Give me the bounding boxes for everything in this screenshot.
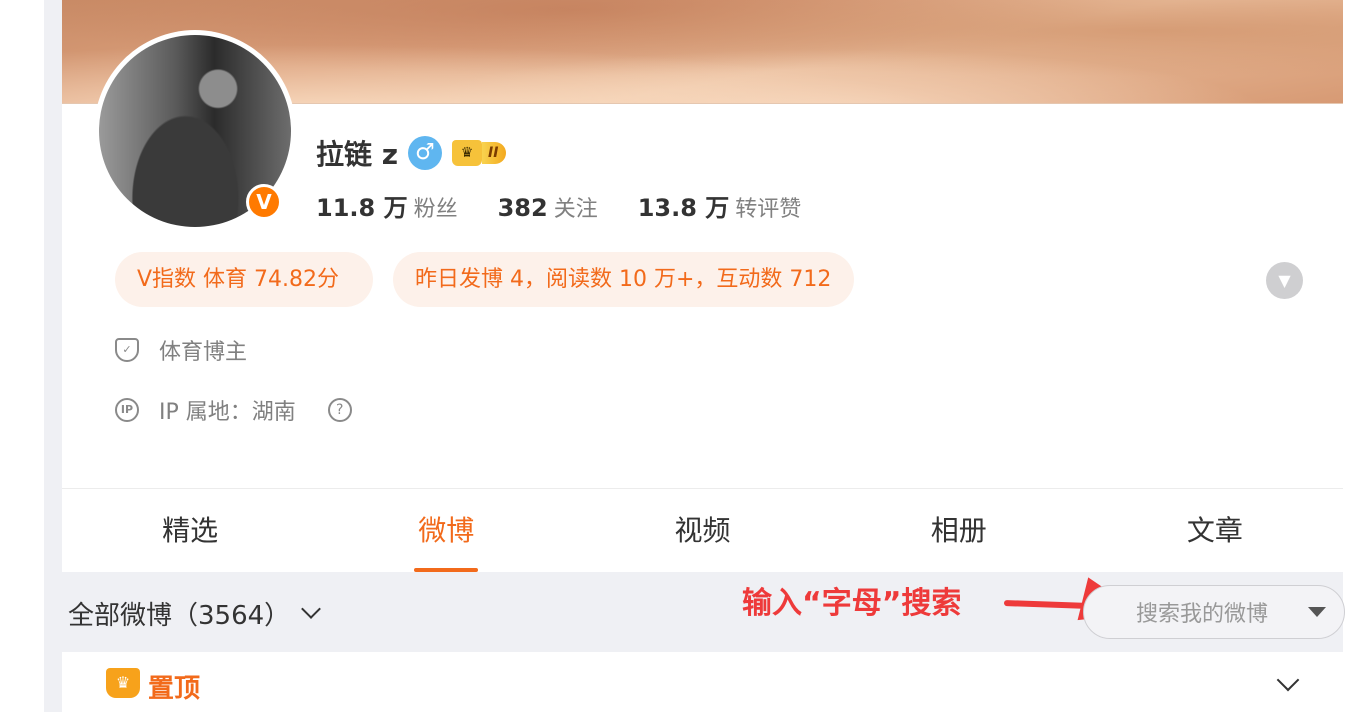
chevron-down-icon [301,599,322,619]
tab-bar: 精选 微博 视频 相册 文章 [62,489,1343,572]
stat-value: 11.8 万 [316,194,408,222]
stat-label: 粉丝 [413,197,458,222]
help-icon[interactable]: ? [327,398,352,422]
tab-articles[interactable]: 文章 [1087,489,1343,572]
tab-albums[interactable]: 相册 [831,489,1087,572]
expand-chevron-icon[interactable]: ▼ [1266,262,1303,299]
activity-pill[interactable]: 昨日发博 4，阅读数 10 万+，互动数 712 [393,252,854,307]
caret-down-icon[interactable] [1308,607,1326,617]
left-margin [0,0,44,712]
tab-featured[interactable]: 精选 [62,489,318,572]
stat-value: 13.8 万 [637,194,730,222]
search-input[interactable]: 搜索我的微博 [1083,585,1345,639]
stats-row: 11.8 万 粉丝 382 关注 13.8 万 转评赞 [316,188,841,224]
pinned-card: ♛ 置顶 [62,652,1343,712]
annotation-text: 输入“字母”搜索 [742,586,962,621]
ip-location-text: IP 属地：湖南 [159,400,296,425]
chevron-down-icon[interactable] [1276,668,1300,692]
stat-reposts-comments-likes[interactable]: 13.8 万 转评赞 [638,188,802,223]
crown-icon: ♛ [452,140,483,166]
shield-check-icon: ✓ [115,338,139,362]
filter-label: 全部微博（3564） [68,600,291,631]
stat-label: 转评赞 [735,197,802,222]
vip-level: II [482,142,507,164]
ip-location-line: IP IP 属地：湖南 ? [115,395,352,425]
tab-videos[interactable]: 视频 [574,489,830,572]
weibo-filter-dropdown[interactable]: 全部微博（3564） [68,595,322,631]
search-placeholder: 搜索我的微博 [1136,602,1269,627]
stat-following[interactable]: 382 关注 [498,191,598,223]
stat-label: 关注 [553,197,598,222]
pinned-label: 置顶 [148,674,201,704]
category-text: 体育博主 [159,340,248,365]
name-row: 拉链 z ♂ ♛ II [316,133,507,173]
category-line: ✓ 体育博主 [115,335,247,365]
tab-weibo[interactable]: 微博 [318,489,574,572]
vip-badge[interactable]: ♛ II [452,140,507,166]
user-name: 拉链 z [316,138,399,171]
crown-icon: ♛ [106,668,140,698]
verified-badge-icon: V [246,184,282,220]
stat-followers[interactable]: 11.8 万 粉丝 [316,188,458,223]
v-index-pill[interactable]: V指数 体育 74.82分 [115,252,373,307]
male-gender-icon: ♂ [408,136,443,170]
stat-value: 382 [497,194,548,222]
ip-icon: IP [115,398,139,422]
